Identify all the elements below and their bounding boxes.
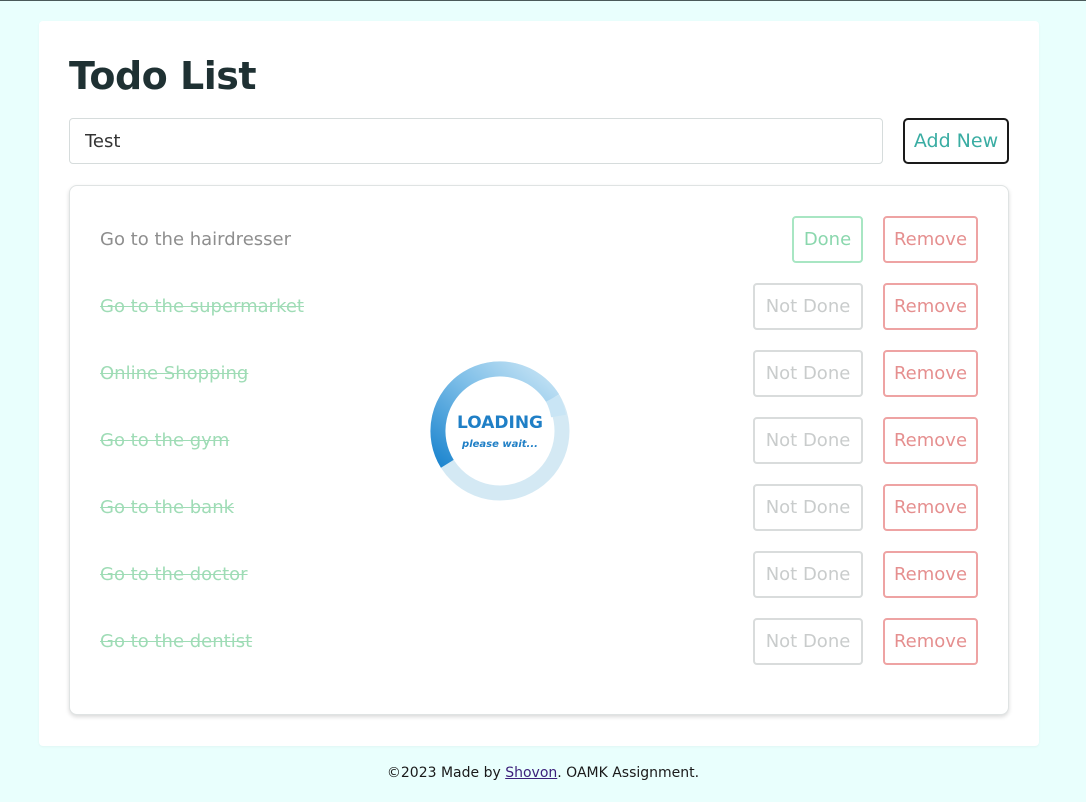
todo-text: Go to the supermarket: [100, 296, 304, 317]
todo-text: Go to the gym: [100, 430, 230, 451]
remove-button[interactable]: Remove: [883, 350, 978, 397]
remove-button[interactable]: Remove: [883, 618, 978, 665]
not-done-button[interactable]: Not Done: [753, 484, 863, 531]
footer-suffix: . OAMK Assignment.: [557, 765, 700, 781]
remove-button[interactable]: Remove: [883, 551, 978, 598]
new-todo-input[interactable]: [69, 118, 883, 164]
page-title: Todo List: [69, 54, 257, 98]
list-item: Go to the dentist Not Done Remove: [70, 618, 1008, 666]
remove-button[interactable]: Remove: [883, 484, 978, 531]
list-item: Go to the hairdresser Done Remove: [70, 216, 1008, 264]
remove-button[interactable]: Remove: [883, 216, 978, 263]
not-done-button[interactable]: Not Done: [753, 551, 863, 598]
not-done-button[interactable]: Not Done: [753, 618, 863, 665]
remove-button[interactable]: Remove: [883, 283, 978, 330]
done-button[interactable]: Done: [792, 216, 863, 263]
not-done-button[interactable]: Not Done: [753, 283, 863, 330]
list-item: Go to the doctor Not Done Remove: [70, 551, 1008, 599]
todo-text: Go to the bank: [100, 497, 235, 518]
todo-text: Go to the doctor: [100, 564, 248, 585]
loading-spinner: LOADING please wait...: [430, 361, 570, 501]
loading-label: LOADING: [457, 413, 543, 433]
remove-button[interactable]: Remove: [883, 417, 978, 464]
list-item: Go to the supermarket Not Done Remove: [70, 283, 1008, 331]
footer: ©2023 Made by Shovon. OAMK Assignment.: [0, 765, 1086, 781]
todo-text: Go to the hairdresser: [100, 229, 291, 250]
add-new-button[interactable]: Add New: [903, 118, 1009, 164]
author-link[interactable]: Shovon: [505, 765, 557, 781]
footer-prefix: ©2023 Made by: [386, 765, 506, 781]
not-done-button[interactable]: Not Done: [753, 417, 863, 464]
todo-text: Online Shopping: [100, 363, 249, 384]
todo-text: Go to the dentist: [100, 631, 253, 652]
not-done-button[interactable]: Not Done: [753, 350, 863, 397]
loading-sublabel: please wait...: [462, 439, 538, 450]
